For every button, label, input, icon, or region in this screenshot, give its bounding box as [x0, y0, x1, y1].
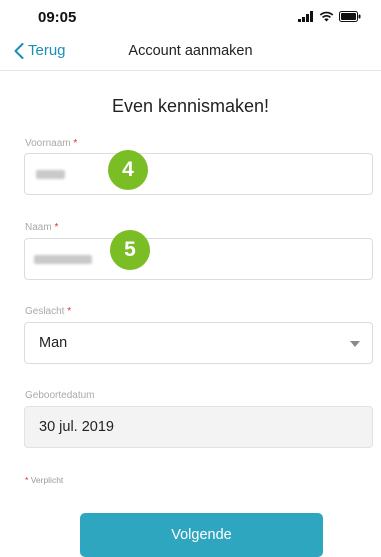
next-button[interactable]: Volgende: [80, 513, 323, 557]
navigation-bar: Terug Account aanmaken: [0, 34, 381, 71]
wifi-icon: [319, 11, 334, 22]
birthdate-field[interactable]: 30 jul. 2019: [24, 406, 373, 448]
blurred-value: [36, 170, 65, 179]
last-name-label: Naam *: [25, 222, 58, 233]
status-icons: [298, 11, 361, 22]
last-name-field[interactable]: [24, 238, 373, 280]
required-note: * Verplicht: [25, 475, 63, 485]
last-name-label-text: Naam: [25, 222, 52, 233]
gender-select[interactable]: Man: [24, 322, 373, 364]
required-marker: *: [54, 222, 59, 233]
required-note-text: Verplicht: [30, 475, 64, 485]
step-badge-4: 4: [108, 150, 148, 190]
gender-label-text: Geslacht: [25, 306, 65, 317]
first-name-label-text: Voornaam: [25, 138, 71, 149]
blurred-value: [34, 255, 92, 264]
required-marker: *: [73, 138, 78, 149]
required-marker: *: [67, 306, 72, 317]
battery-icon: [339, 11, 361, 22]
birthdate-value: 30 jul. 2019: [39, 419, 114, 435]
form-heading: Even kennismaken!: [111, 96, 270, 116]
page-title: Account aanmaken: [128, 43, 253, 59]
required-marker: *: [25, 475, 29, 485]
birthdate-label: Geboortedatum: [25, 390, 95, 401]
birthdate-label-text: Geboortedatum: [25, 390, 95, 401]
status-bar: 09:05: [0, 0, 381, 30]
first-name-field[interactable]: [24, 153, 373, 195]
gender-value: Man: [39, 335, 68, 351]
status-time: 09:05: [38, 9, 77, 26]
step-badge-5: 5: [110, 230, 150, 270]
gender-label: Geslacht *: [25, 306, 71, 317]
dropdown-arrow-icon: [350, 341, 360, 347]
first-name-label: Voornaam *: [25, 138, 77, 149]
signal-icon: [298, 11, 314, 22]
